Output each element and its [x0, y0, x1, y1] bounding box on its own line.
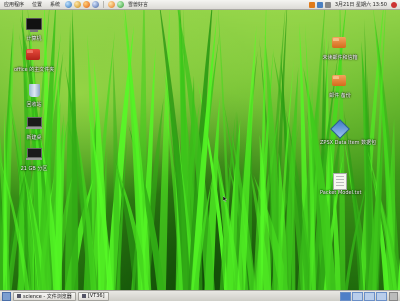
places-menu[interactable]: 位置 — [28, 1, 46, 8]
task-label: science - 文件浏览器 — [23, 293, 72, 300]
network-icon[interactable] — [316, 1, 323, 8]
desktop-icon-trash[interactable]: 回收站 — [14, 82, 54, 108]
top-panel: 应用程序 位置 系统 雪兽好言 3月21日 星期六 13:50 — [0, 0, 400, 10]
desktop-icon-label: 计算机 — [26, 36, 42, 42]
folder-icon — [17, 294, 21, 298]
panel-separator — [103, 1, 105, 8]
desktop-icon-label: ZPSX Data Item 数据包 — [320, 140, 377, 146]
bottom-panel: science - 文件浏览器 [VT36] — [0, 290, 400, 301]
desktop-icon-home-folder[interactable]: office 的主文件夹 — [14, 46, 54, 73]
task-label: [VT36] — [87, 293, 105, 299]
folder-icon — [332, 37, 348, 53]
help-icon[interactable] — [92, 1, 100, 8]
desktop-icon-label: 21 GB 分区 — [20, 166, 48, 172]
firefox-icon[interactable] — [83, 1, 91, 8]
desktop-icon-label: office 的主文件夹 — [14, 67, 55, 73]
desktop-icon-mail-folder[interactable]: 未读邮件和信箱 — [320, 34, 360, 61]
firefox-icon[interactable] — [108, 1, 116, 8]
workspace-3[interactable] — [364, 291, 375, 301]
mail-icon[interactable] — [74, 1, 82, 8]
terminal-icon — [81, 294, 86, 298]
desktop-icon-mail-backup[interactable]: 邮件 备份 — [320, 72, 360, 99]
firefox-icon[interactable] — [308, 1, 315, 8]
package-icon — [330, 119, 350, 139]
laptop-icon — [26, 148, 42, 164]
laptop-icon — [26, 117, 42, 133]
desktop-icon-text-file[interactable]: Packet Model.txt — [320, 173, 362, 196]
desktop-icon-drive[interactable]: 新建桌 — [14, 114, 54, 141]
system-menu[interactable]: 系统 — [46, 1, 64, 8]
computer-icon — [26, 18, 42, 34]
clock[interactable]: 3月21日 星期六 13:50 — [333, 1, 389, 8]
desktop-icon-label: Packet Model.txt — [320, 190, 362, 196]
desktop-icon-label: 未读邮件和信箱 — [322, 55, 358, 61]
trash-applet-icon[interactable] — [389, 291, 398, 301]
taskbar-button-terminal[interactable]: [VT36] — [77, 291, 109, 301]
mouse-cursor-icon — [223, 196, 228, 202]
grass-blade — [237, 25, 257, 290]
desktop-icon-label: 新建桌 — [26, 135, 42, 141]
folder-icon — [332, 75, 348, 91]
trash-icon — [26, 84, 42, 100]
desktop-icon-label: 邮件 备份 — [329, 93, 351, 99]
system-tray: 3月21日 星期六 13:50 — [308, 1, 400, 8]
desktop-icon-data-package[interactable]: ZPSX Data Item 数据包 — [320, 119, 377, 146]
volume-icon[interactable] — [324, 1, 331, 8]
folder-icon — [26, 49, 42, 65]
desktop-icon-label: 回收站 — [26, 102, 42, 108]
input-method-icon[interactable] — [117, 1, 125, 8]
grass-blade — [64, 19, 73, 290]
workspace-1[interactable] — [340, 291, 351, 301]
workspace-switcher — [340, 291, 389, 301]
power-icon[interactable] — [391, 1, 397, 8]
document-icon — [332, 173, 348, 190]
globe-icon[interactable] — [65, 1, 73, 8]
workspace-4[interactable] — [376, 291, 387, 301]
taskbar-button-file-browser[interactable]: science - 文件浏览器 — [13, 291, 76, 301]
workspace-2[interactable] — [352, 291, 363, 301]
desktop-icon-partition[interactable]: 21 GB 分区 — [14, 145, 54, 172]
show-desktop-icon[interactable] — [2, 291, 11, 301]
desktop-icon-computer[interactable]: 计算机 — [14, 16, 54, 42]
input-method-status[interactable]: 雪兽好言 — [125, 1, 151, 8]
applications-menu[interactable]: 应用程序 — [0, 1, 28, 8]
